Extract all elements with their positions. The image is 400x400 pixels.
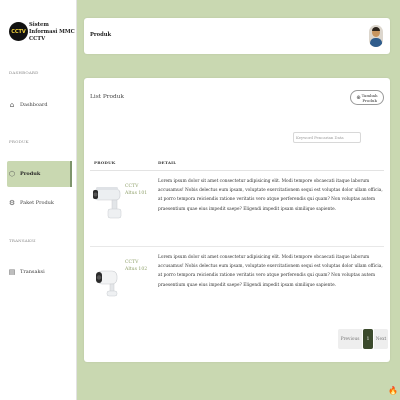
product-name-link[interactable]: CCTV Altus 101 [125, 183, 151, 197]
box-icon: ⬡ [8, 170, 16, 178]
add-product-button[interactable]: ⊕ Tambah Produk [350, 90, 384, 105]
column-header-produk: PRODUK [94, 160, 116, 165]
cctv-bullet-camera-image [93, 187, 122, 219]
avatar-hair [372, 27, 380, 31]
gear-icon: ⚙ [8, 199, 16, 207]
section-label-produk: PRODUK [9, 139, 29, 144]
card-title: List Produk [90, 94, 124, 100]
document-icon: ▤ [8, 268, 16, 276]
search-input[interactable] [293, 132, 361, 143]
column-header-detail: DETAIL [158, 160, 177, 165]
product-detail: Lorem ipsum dolor sit amet consectetur a… [158, 255, 383, 288]
sidebar-item-label: Produk [20, 171, 41, 177]
section-label-dashboard: DASHBOARD [9, 70, 39, 75]
cctv-logo-icon: CCTV [9, 22, 28, 41]
sidebar-item-produk[interactable]: ⬡ Produk [7, 161, 72, 187]
avatar-body [370, 38, 382, 47]
product-detail: Lorem ipsum dolor sit amet consectetur a… [158, 179, 383, 212]
pagination-next-button[interactable]: Next [374, 329, 388, 349]
sidebar-item-label: Transaksi [20, 269, 45, 275]
product-name-link[interactable]: CCTV Altus 102 [125, 259, 151, 273]
sidebar-item-dashboard[interactable]: ⌂ Dashboard [7, 96, 71, 114]
cctv-compact-camera-image [96, 270, 118, 297]
brand-title: Sistem Informasi MMC CCTV [29, 22, 75, 42]
plus-icon: ⊕ [356, 94, 361, 101]
sidebar-item-label: Dashboard [20, 102, 48, 108]
pagination-previous-button[interactable]: Previous [338, 329, 362, 349]
top-header: Produk [84, 18, 390, 54]
page-title: Produk [90, 32, 112, 38]
pagination-page-button[interactable]: 1 [363, 329, 373, 349]
sidebar-item-label: Paket Produk [20, 200, 54, 206]
sidebar-item-paket-produk[interactable]: ⚙ Paket Produk [7, 194, 71, 212]
table-row: CCTV Altus 102 Lorem ipsum dolor sit ame… [90, 247, 384, 323]
flame-icon: 🔥 [388, 386, 398, 395]
sidebar-item-transaksi[interactable]: ▤ Transaksi [7, 263, 71, 281]
section-label-transaksi: TRANSAKSI [9, 238, 36, 243]
brand[interactable]: CCTV Sistem Informasi MMC CCTV [9, 20, 75, 52]
home-icon: ⌂ [9, 101, 15, 109]
table-row: CCTV Altus 101 Lorem ipsum dolor sit ame… [90, 171, 384, 247]
sidebar: CCTV Sistem Informasi MMC CCTV DASHBOARD… [0, 0, 77, 400]
add-product-label: Tambah Produk [361, 92, 378, 103]
user-avatar[interactable] [369, 25, 383, 47]
product-list-card: List Produk ⊕ Tambah Produk PRODUK DETAI… [84, 78, 390, 362]
